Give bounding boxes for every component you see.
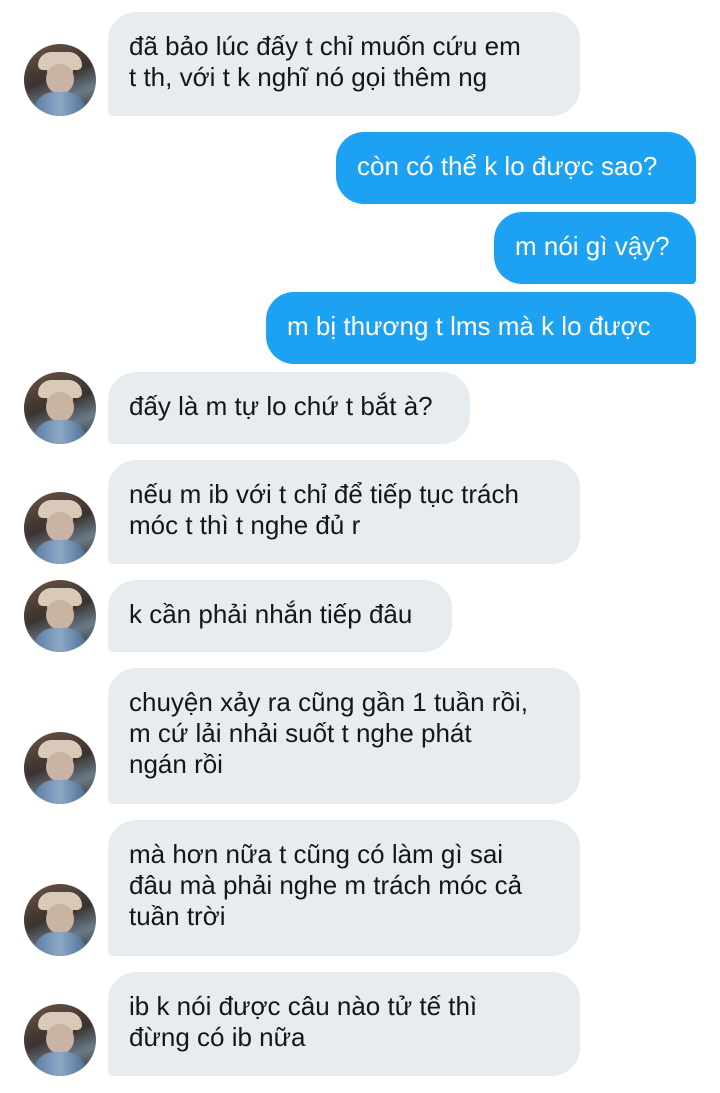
incoming-message-bubble[interactable]: ib k nói được câu nào tử tế thì đừng có … xyxy=(108,972,580,1076)
message-thread: đã bảo lúc đấy t chỉ muốn cứu em t th, v… xyxy=(0,0,720,1093)
sender-avatar[interactable] xyxy=(24,372,96,444)
outgoing-message-bubble[interactable]: m nói gì vậy? xyxy=(494,212,696,284)
incoming-message-bubble[interactable]: chuyện xảy ra cũng gần 1 tuần rồi, m cứ … xyxy=(108,668,580,804)
incoming-message-bubble[interactable]: đấy là m tự lo chứ t bắt à? xyxy=(108,372,470,444)
incoming-message-bubble[interactable]: mà hơn nữa t cũng có làm gì sai đâu mà p… xyxy=(108,820,580,956)
incoming-message-bubble[interactable]: nếu m ib với t chỉ để tiếp tục trách móc… xyxy=(108,460,580,564)
sender-avatar[interactable] xyxy=(24,1004,96,1076)
incoming-message-bubble[interactable]: k cần phải nhắn tiếp đâu xyxy=(108,580,452,652)
incoming-message-bubble[interactable]: đã bảo lúc đấy t chỉ muốn cứu em t th, v… xyxy=(108,12,580,116)
sender-avatar[interactable] xyxy=(24,732,96,804)
outgoing-message-bubble[interactable]: m bị thương t lms mà k lo được xyxy=(266,292,696,364)
sender-avatar[interactable] xyxy=(24,580,96,652)
sender-avatar[interactable] xyxy=(24,492,96,564)
outgoing-message-bubble[interactable]: còn có thể k lo được sao? xyxy=(336,132,696,204)
sender-avatar[interactable] xyxy=(24,884,96,956)
sender-avatar[interactable] xyxy=(24,44,96,116)
